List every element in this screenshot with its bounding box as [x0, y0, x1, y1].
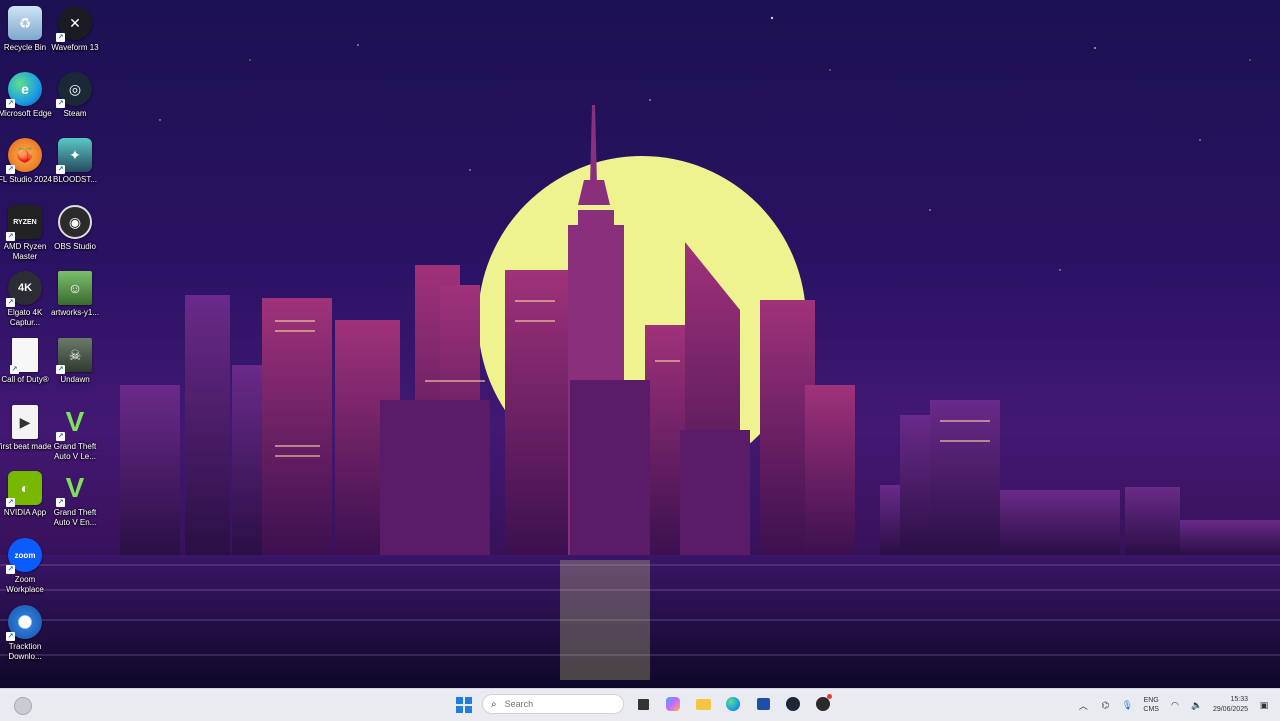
desktop-icon-label: Elgato 4K Captur... — [7, 308, 43, 327]
ryzen-icon: RYZEN ↗ — [6, 205, 42, 241]
obs-icon: ◉ — [58, 205, 92, 239]
desktop-icon-label: Steam — [63, 109, 87, 118]
desktop-icon-label: Grand Theft Auto V Le... — [53, 442, 97, 461]
nvidia-icon: ◐ ↗ — [6, 471, 42, 507]
keyboard-layout: CMS — [1143, 706, 1159, 713]
microphone-icon[interactable]: 🎙 — [1121, 699, 1133, 711]
artworks-icon: ☺ — [58, 271, 92, 305]
desktop-icon-gta-enhanced[interactable]: V ↗ Grand Theft Auto V En... — [50, 471, 100, 533]
desktop-icon-label: Waveform 13 — [51, 43, 99, 52]
system-tray: ︿ ⌬ 🎙 ENG CMS ◠ 🔈 15:33 29/06/2025 ▣ — [1077, 689, 1280, 721]
edge-taskbar-button[interactable] — [722, 693, 744, 715]
copilot-button[interactable] — [662, 693, 684, 715]
desktop-icon-artworks[interactable]: ☺ artworks-y1... — [50, 271, 100, 333]
desktop-icon-recycle-bin[interactable]: ♻ Recycle Bin — [0, 6, 50, 68]
folder-icon — [695, 698, 711, 710]
desktop-icon-undawn[interactable]: ☠ ↗ Undawn — [50, 338, 100, 400]
desktop-icon-label: Grand Theft Auto V En... — [53, 508, 97, 527]
desktop-icon-zoom[interactable]: zoom ↗ Zoom Workplace — [0, 538, 50, 600]
language-code: ENG — [1143, 697, 1159, 704]
desktop-icon-fl-studio[interactable]: 🍑 ↗ FL Studio 2024 — [0, 138, 52, 200]
desktop-icon-ryzen-master[interactable]: RYZEN ↗ AMD Ryzen Master — [0, 205, 50, 267]
app-icon — [816, 697, 830, 711]
desktop-icon-label: first beat made — [0, 442, 52, 451]
steam-glyph: ◎ — [68, 80, 82, 97]
desktop-icon-edge[interactable]: e ↗ Microsoft Edge — [0, 72, 52, 134]
desktop-icon-label: Call of Duty® — [1, 375, 49, 384]
desktop-icon-elgato[interactable]: 4K ↗ Elgato 4K Captur... — [0, 271, 50, 333]
desktop-icon-waveform[interactable]: ✕ ↗ Waveform 13 — [50, 6, 100, 68]
undawn-icon: ☠ ↗ — [56, 338, 92, 374]
desktop-icon-call-of-duty[interactable]: ↗ Call of Duty® — [0, 338, 50, 400]
fl-studio-icon: 🍑 ↗ — [6, 138, 42, 174]
widgets-button[interactable] — [14, 697, 32, 715]
desktop-icon-label: Microsoft Edge — [0, 109, 52, 118]
waveform-icon: ✕ ↗ — [56, 6, 92, 42]
audio-file-icon: ▶ — [12, 405, 38, 439]
edge-icon — [726, 697, 740, 711]
notification-bell-icon[interactable]: ▣ — [1258, 699, 1270, 711]
copilot-icon — [666, 697, 680, 711]
store-icon — [756, 698, 770, 710]
taskbar-center: ⌕ — [452, 693, 834, 715]
desktop-icon-label: NVIDIA App — [3, 508, 47, 517]
desktop-icon-gta-legacy[interactable]: V ↗ Grand Theft Auto V Le... — [50, 405, 100, 467]
task-view-button[interactable] — [632, 693, 654, 715]
ryzen-glyph: RYZEN — [13, 218, 37, 226]
file-explorer-button[interactable] — [692, 693, 714, 715]
desktop-icon-label: artworks-y1... — [50, 308, 99, 317]
file-icon: ↗ — [10, 338, 38, 374]
elgato-glyph: 4K — [17, 282, 33, 294]
steam-icon: ◎ ↗ — [56, 72, 92, 108]
desktop-icon-label: Zoom Workplace — [6, 575, 44, 594]
search-input[interactable] — [502, 698, 617, 710]
gta-icon: V ↗ — [56, 406, 85, 441]
desktop-icon-nvidia[interactable]: ◐ ↗ NVIDIA App — [0, 471, 50, 533]
desktop-icon-label: FL Studio 2024 — [0, 175, 52, 184]
chevron-up-icon[interactable]: ︿ — [1077, 699, 1089, 711]
zoom-icon: zoom ↗ — [6, 538, 42, 574]
elgato-icon: 4K ↗ — [6, 271, 42, 307]
desktop-icon-steam[interactable]: ◎ ↗ Steam — [50, 72, 100, 134]
bloodstained-icon: ✦ ↗ — [56, 138, 92, 174]
desktop-icon-label: Tracktion Downlo... — [8, 642, 42, 661]
network-status-icon[interactable]: ⌬ — [1099, 699, 1111, 711]
taskbar-search-box[interactable]: ⌕ — [482, 694, 624, 714]
city-skyline-art — [0, 16, 1280, 688]
desktop-icon-first-beat[interactable]: ▶ first beat made — [0, 405, 52, 467]
desktop-icon-bloodstained[interactable]: ✦ ↗ BLOODST... — [50, 138, 100, 200]
app-taskbar-button[interactable] — [812, 693, 834, 715]
taskbar: ⌕ ︿ ⌬ 🎙 ENG CMS — [0, 688, 1280, 721]
gta-icon: V ↗ — [56, 472, 85, 507]
language-indicator[interactable]: ENG CMS — [1143, 696, 1159, 714]
notification-dot-icon — [827, 694, 832, 699]
desktop-icon-obs[interactable]: ◉ OBS Studio — [50, 205, 100, 267]
desktop-icon-label: Recycle Bin — [3, 43, 47, 52]
steam-taskbar-button[interactable] — [782, 693, 804, 715]
start-button[interactable] — [452, 693, 474, 715]
windows-logo-icon — [455, 696, 472, 713]
clock[interactable]: 15:33 29/06/2025 — [1213, 695, 1248, 715]
wifi-icon[interactable]: ◠ — [1169, 699, 1181, 711]
desktop-icon-tracktion[interactable]: ⚙ ↗ Tracktion Downlo... — [0, 605, 50, 667]
desktop-icon-label: OBS Studio — [54, 242, 96, 251]
edge-icon: e ↗ — [6, 72, 42, 108]
search-icon: ⌕ — [491, 698, 497, 710]
tracktion-icon: ⚙ ↗ — [6, 605, 42, 641]
desktop-icon-label: BLOODST... — [52, 175, 97, 184]
store-button[interactable] — [752, 693, 774, 715]
volume-icon[interactable]: 🔈 — [1191, 699, 1203, 711]
task-view-icon — [637, 698, 649, 710]
clock-time: 15:33 — [1230, 696, 1248, 703]
clock-date: 29/06/2025 — [1212, 706, 1248, 713]
steam-icon — [786, 697, 800, 711]
recycle-bin-icon: ♻ — [8, 6, 42, 40]
desktop-wallpaper — [0, 0, 1280, 688]
zoom-glyph: zoom — [14, 550, 36, 560]
desktop-icon-label: Undawn — [60, 375, 90, 384]
desktop-icon-label: AMD Ryzen Master — [3, 242, 47, 261]
